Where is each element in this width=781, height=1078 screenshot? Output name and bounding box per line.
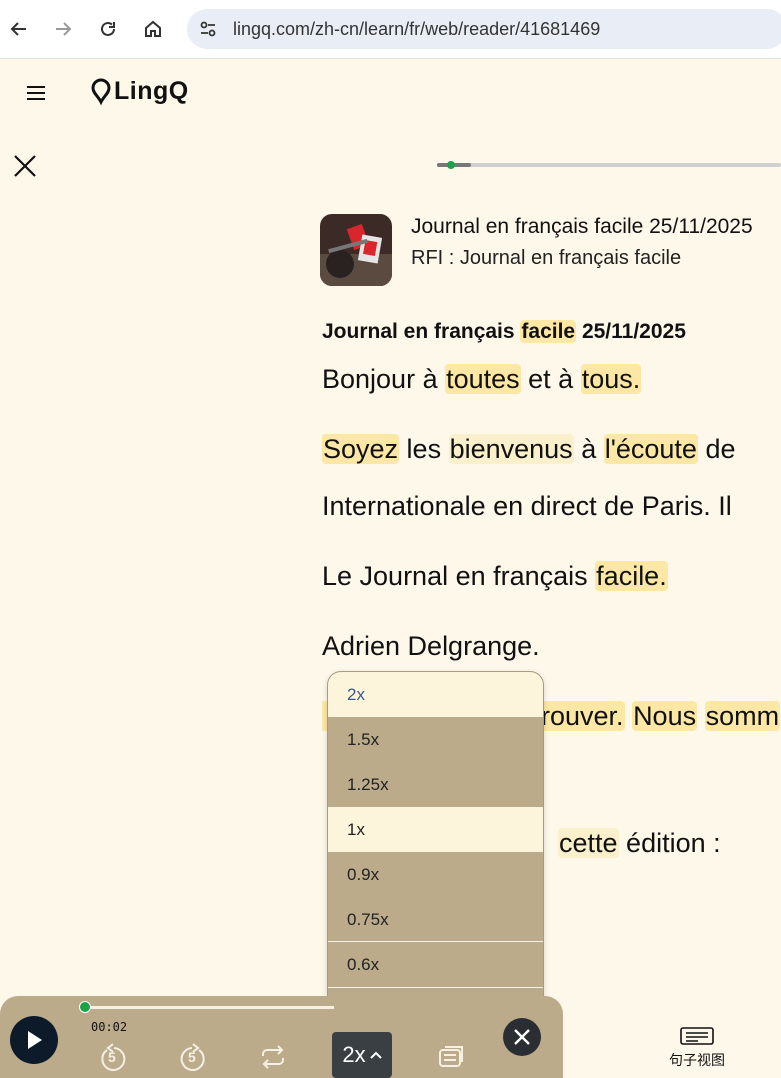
speed-option[interactable]: 1x [328, 807, 543, 852]
word[interactable]: 25/11/2025 [576, 320, 686, 343]
lingq-word[interactable]: cette [558, 828, 619, 858]
sentence-view-button[interactable]: 句子视图 [664, 1026, 730, 1070]
audio-player: 00:02 5 5 2x [0, 996, 563, 1078]
lesson-thumbnail[interactable] [320, 214, 392, 286]
paragraph-2-line-1: Soyez les bienvenus à l'écoute de [322, 434, 736, 465]
speed-option[interactable]: 0.75x [328, 897, 543, 942]
paragraph-4[interactable]: Adrien Delgrange. [322, 631, 540, 662]
reader-heading: Journal en français facile 25/11/2025 [322, 320, 686, 344]
lingq-word[interactable]: bienvenus [448, 434, 574, 464]
reload-icon [101, 21, 115, 36]
close-icon[interactable] [13, 154, 37, 178]
transcript-button[interactable] [436, 1042, 466, 1072]
word[interactable] [697, 701, 705, 731]
forward-5-button[interactable]: 5 [178, 1042, 208, 1072]
close-icon [514, 1029, 530, 1045]
rewind-5-button[interactable]: 5 [98, 1042, 128, 1072]
lingq-logo-icon [91, 77, 111, 105]
paragraph-5: rouver. Nous somm [540, 701, 781, 732]
hamburger-icon[interactable] [26, 84, 46, 102]
lingq-word[interactable]: tous. [580, 364, 642, 394]
lingq-word[interactable]: Nous [632, 701, 698, 731]
lingq-word[interactable]: facile. [595, 561, 668, 591]
word[interactable]: les [399, 434, 449, 464]
lesson-progress-bar[interactable] [437, 161, 781, 169]
lingq-word[interactable]: rouver. [540, 701, 625, 731]
repeat-icon [262, 1045, 284, 1069]
lingq-word[interactable]: Soyez [322, 434, 400, 464]
speed-option[interactable]: 0.9x [328, 852, 543, 897]
sentence-view-icon [680, 1027, 714, 1045]
play-icon [28, 1031, 42, 1049]
close-player-button[interactable] [503, 1018, 541, 1056]
audio-scrubber[interactable] [84, 1006, 334, 1009]
chevron-up-icon [369, 1051, 382, 1059]
home-button[interactable] [138, 14, 168, 44]
forward-seconds: 5 [188, 1049, 196, 1065]
speed-option[interactable]: 2x [328, 672, 543, 717]
home-icon [145, 20, 161, 37]
lingq-logo[interactable]: LingQ [90, 77, 189, 106]
word[interactable]: Journal en français [322, 320, 520, 343]
word[interactable]: édition : [619, 828, 721, 858]
word[interactable]: de [698, 434, 735, 464]
sentence-view-label: 句子视图 [669, 1053, 725, 1069]
rewind-seconds: 5 [108, 1049, 116, 1065]
lingq-word[interactable]: facile [520, 320, 577, 343]
arrow-right-icon [56, 22, 72, 36]
lingq-word[interactable]: l'écoute [603, 434, 698, 464]
word[interactable] [625, 701, 633, 731]
speed-label: 2x [342, 1042, 366, 1067]
speed-option[interactable]: 1.25x [328, 762, 543, 807]
word[interactable]: Bonjour à [322, 364, 445, 394]
forward-button[interactable] [48, 14, 78, 44]
browser-toolbar: lingq.com/zh-cn/learn/fr/web/reader/4168… [0, 0, 781, 59]
logo-text: LingQ [114, 77, 189, 105]
site-settings-icon[interactable] [199, 20, 217, 38]
playback-speed-button[interactable]: 2x [332, 1032, 392, 1078]
back-button[interactable] [4, 14, 34, 44]
url-text[interactable]: lingq.com/zh-cn/learn/fr/web/reader/4168… [233, 19, 600, 40]
arrow-left-icon [10, 22, 26, 36]
paragraph-3: Le Journal en français facile. [322, 561, 668, 592]
lesson-source[interactable]: RFI : Journal en français facile [411, 247, 681, 270]
repeat-button[interactable] [258, 1042, 288, 1072]
word[interactable]: et à [521, 364, 581, 394]
speed-option[interactable]: 0.6x [328, 941, 543, 986]
lingq-word[interactable]: toutes [445, 364, 521, 394]
lesson-progress-marker [447, 161, 455, 169]
audio-scrubber-handle[interactable] [79, 1001, 91, 1013]
transcript-icon [439, 1046, 463, 1067]
paragraph-2-line-2[interactable]: Internationale en direct de Paris. Il [322, 491, 732, 522]
word[interactable]: Le Journal en français [322, 561, 595, 591]
speed-option[interactable]: 1.5x [328, 717, 543, 762]
word[interactable]: à [574, 434, 604, 464]
playback-speed-menu: 2x 1.5x 1.25x 1x 0.9x 0.75x 0.6x 0.5x [327, 671, 544, 1036]
address-bar[interactable]: lingq.com/zh-cn/learn/fr/web/reader/4168… [187, 9, 781, 49]
reload-button[interactable] [93, 14, 123, 44]
lingq-word[interactable]: somm [704, 701, 781, 731]
paragraph-6: cette édition : [558, 828, 721, 859]
play-button[interactable] [10, 1016, 58, 1064]
paragraph-1: Bonjour à toutes et à tous. [322, 364, 642, 395]
lesson-title: Journal en français facile 25/11/2025 [411, 215, 753, 238]
thumbnail-image [320, 214, 392, 286]
current-time: 00:02 [91, 1020, 128, 1034]
